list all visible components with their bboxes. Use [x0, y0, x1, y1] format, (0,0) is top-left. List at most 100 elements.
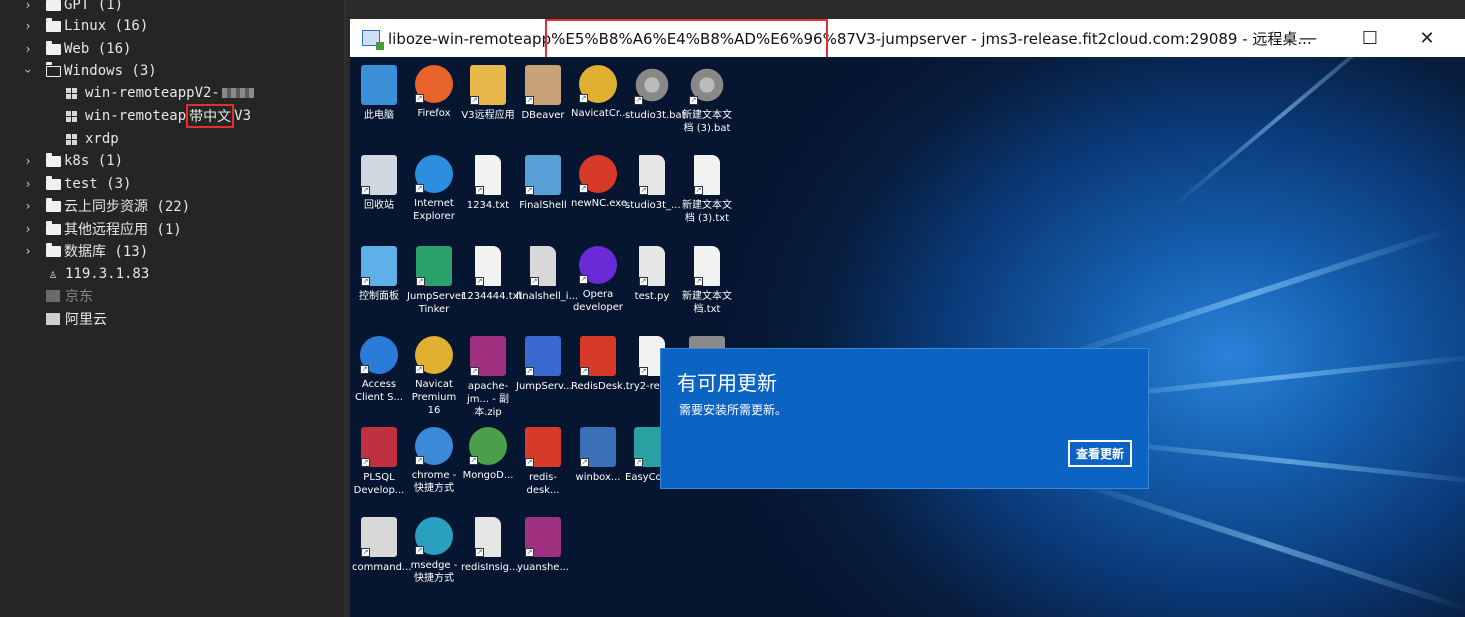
- shortcut-arrow-icon: ↗: [689, 96, 698, 105]
- tree-node-other-remote-apps[interactable]: › 其他远程应用 (1): [0, 218, 182, 240]
- tree-node-label: 其他远程应用 (1): [64, 222, 182, 238]
- remote-desktop-window[interactable]: liboze-win-remoteapp%E5%B8%A6%E4%B8%AD%E…: [350, 19, 1465, 617]
- desktop-icon[interactable]: ↗ 1234.txt: [461, 155, 515, 212]
- desktop-icon[interactable]: ↗ Access Client S...: [352, 336, 406, 404]
- desktop-icon-label: 新建文本文档 (3).txt: [682, 200, 732, 224]
- desktop-icon-label: finalshell_i...: [516, 291, 579, 302]
- tree-node-database[interactable]: › 数据库 (13): [0, 240, 148, 262]
- desktop-icon[interactable]: ↗ studio3t_...: [625, 155, 681, 212]
- folder-icon: [46, 175, 61, 190]
- desktop-icon[interactable]: ↗ 1234444.txt: [461, 246, 523, 303]
- desktop-icon[interactable]: ↗ FinalShell: [516, 155, 570, 212]
- server-icon: [46, 313, 60, 325]
- shortcut-arrow-icon: ↗: [579, 184, 588, 193]
- shortcut-arrow-icon: ↗: [525, 548, 534, 557]
- shortcut-arrow-icon: ↗: [415, 546, 424, 555]
- remote-desktop-icon: [362, 30, 384, 50]
- view-updates-button[interactable]: 查看更新: [1068, 440, 1132, 467]
- desktop-icon[interactable]: ↗ RedisDesk...: [571, 336, 632, 393]
- desktop-icon[interactable]: ↗ test.py: [625, 246, 679, 303]
- desktop-icon[interactable]: ↗ Firefox: [407, 65, 461, 120]
- desktop-icon[interactable]: ↗ msedge - 快捷方式: [407, 517, 461, 585]
- tree-node-label: Linux (16): [64, 18, 149, 34]
- tree-asset-jd[interactable]: 京东: [0, 285, 93, 307]
- access-client-icon: ↗: [360, 336, 398, 374]
- installer-icon: ↗: [530, 246, 556, 286]
- desktop-icon[interactable]: ↗ redisInsig...: [461, 517, 519, 574]
- update-notification[interactable]: 有可用更新 需要安装所需更新。 查看更新: [660, 348, 1149, 489]
- tree-node-web[interactable]: › Web (16): [0, 38, 131, 60]
- tree-asset-win-remoteappv2[interactable]: win-remoteappV2-: [0, 82, 254, 104]
- desktop-icon[interactable]: ↗ yuanshe...: [516, 517, 570, 574]
- tree-node-label-prefix: win-remoteap: [85, 108, 187, 124]
- tree-node-k8s[interactable]: › k8s (1): [0, 150, 123, 172]
- desktop-icon[interactable]: ↗ DBeaver: [516, 65, 570, 122]
- desktop-icon[interactable]: ↗ chrome - 快捷方式: [407, 427, 461, 495]
- maximize-button[interactable]: ☐: [1344, 19, 1396, 57]
- chevron-right-icon[interactable]: ›: [22, 177, 34, 191]
- desktop-icon[interactable]: ↗ 控制面板: [352, 246, 406, 303]
- minimize-icon: —: [1299, 27, 1317, 49]
- desktop-icon[interactable]: ↗ V3远程应用: [461, 65, 515, 122]
- command-icon: ↗: [361, 517, 397, 557]
- shortcut-arrow-icon: ↗: [415, 94, 424, 103]
- tree-node-windows[interactable]: › Windows (3): [0, 60, 157, 82]
- desktop-icon[interactable]: ↗ finalshell_i...: [516, 246, 579, 303]
- desktop-icon[interactable]: ↗ command...: [352, 517, 411, 574]
- tree-asset-xrdp[interactable]: xrdp: [0, 128, 119, 150]
- desktop-icon[interactable]: ↗ JumpServer Tinker: [407, 246, 465, 316]
- desktop-icon[interactable]: ↗ NavicatCr...: [571, 65, 629, 120]
- chevron-right-icon[interactable]: ›: [22, 19, 34, 33]
- tree-node-cloud-sync[interactable]: › 云上同步资源 (22): [0, 195, 190, 217]
- desktop-icon[interactable]: ↗ Internet Explorer: [407, 155, 461, 223]
- tree-node-test[interactable]: › test (3): [0, 173, 131, 195]
- shortcut-arrow-icon: ↗: [525, 458, 534, 467]
- chevron-right-icon[interactable]: ›: [22, 42, 34, 56]
- desktop-icon[interactable]: ↗ studio3t.bat: [625, 65, 686, 122]
- tree-node-gpt[interactable]: › GPT (1): [0, 0, 123, 16]
- desktop-icon[interactable]: ↗ 新建文本文档 (3).bat: [680, 65, 734, 135]
- desktop-icon[interactable]: ↗ 新建文本文档.txt: [680, 246, 734, 316]
- opera-icon: ↗: [579, 246, 617, 284]
- desktop-icon[interactable]: ↗ redis-desk...: [516, 427, 570, 497]
- chevron-right-icon[interactable]: ›: [22, 0, 34, 12]
- file-icon: ↗: [694, 155, 720, 195]
- desktop-icon[interactable]: ↗ Navicat Premium 16: [407, 336, 461, 417]
- notification-message: 需要安装所需更新。: [679, 403, 788, 417]
- windows-desktop[interactable]: 此电脑 ↗ Firefox ↗ V3远程应用 ↗ DBeaver ↗ NavicatCr... ↗…: [350, 57, 1465, 617]
- chevron-right-icon[interactable]: ›: [22, 222, 34, 236]
- desktop-icon-label: studio3t.bat: [625, 110, 686, 121]
- desktop-icon[interactable]: ↗ apache-jm... - 副本.zip: [461, 336, 515, 419]
- computer-icon: [361, 65, 397, 105]
- desktop-icon[interactable]: ↗ 新建文本文档 (3).txt: [680, 155, 734, 225]
- window-titlebar[interactable]: liboze-win-remoteapp%E5%B8%A6%E4%B8%AD%E…: [350, 19, 1465, 69]
- minimize-button[interactable]: —: [1282, 19, 1334, 57]
- tree-asset-win-remoteapp-v3[interactable]: win-remoteap 带中文 V3: [0, 104, 251, 128]
- chevron-right-icon[interactable]: ›: [22, 154, 34, 168]
- desktop-icon[interactable]: ↗ 回收站: [352, 155, 406, 212]
- tree-node-label: 云上同步资源 (22): [64, 199, 191, 215]
- desktop-icon-label: 1234444.txt: [461, 291, 523, 302]
- windows-icon: [66, 133, 77, 145]
- desktop-icon-label: newNC.exe: [571, 198, 628, 209]
- desktop-icon[interactable]: ↗ PLSQL Develop...: [352, 427, 406, 497]
- tree-asset-119-3-1-83[interactable]: ♙ 119.3.1.83: [0, 263, 149, 285]
- tree-node-linux[interactable]: › Linux (16): [0, 15, 148, 37]
- tree-asset-aliyun[interactable]: 阿里云: [0, 308, 107, 330]
- desktop-icon-label: Firefox: [417, 108, 451, 119]
- desktop-icon[interactable]: ↗ Opera developer: [571, 246, 625, 314]
- desktop-icon[interactable]: ↗ JumpServ...: [516, 336, 573, 393]
- desktop-icon[interactable]: ↗ newNC.exe: [571, 155, 628, 210]
- dbeaver-icon: ↗: [525, 65, 561, 105]
- desktop-icon-label: V3远程应用: [461, 110, 515, 121]
- chevron-right-icon[interactable]: ›: [22, 199, 34, 213]
- desktop-icon[interactable]: ↗ MongoD...: [461, 427, 515, 482]
- desktop-icon[interactable]: 此电脑: [352, 65, 406, 122]
- desktop-icon-label: PLSQL Develop...: [353, 472, 405, 496]
- chevron-right-icon[interactable]: ›: [22, 244, 34, 258]
- shortcut-arrow-icon: ↗: [525, 367, 534, 376]
- chevron-down-icon[interactable]: ›: [21, 65, 35, 77]
- close-button[interactable]: ✕: [1401, 19, 1453, 57]
- desktop-icon-label: winbox...: [575, 472, 621, 483]
- desktop-icon[interactable]: ↗ winbox...: [571, 427, 625, 484]
